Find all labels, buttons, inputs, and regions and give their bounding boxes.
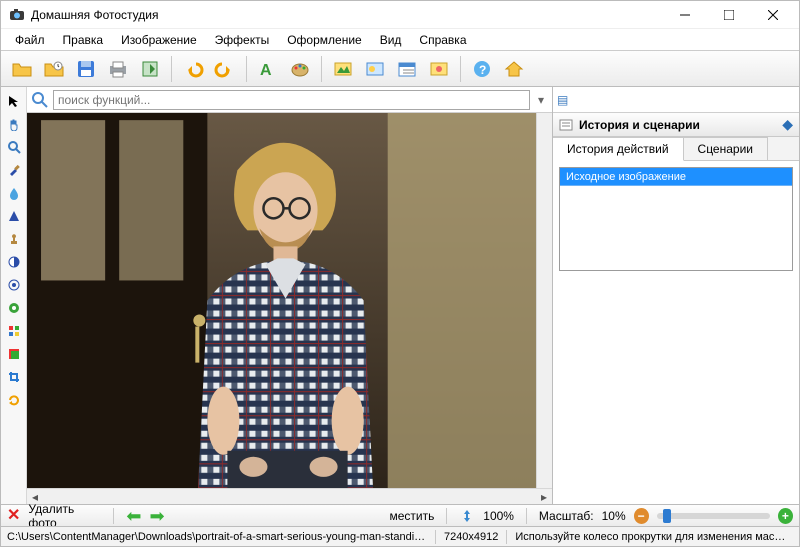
app-icon bbox=[9, 7, 25, 23]
window-title: Домашняя Фотостудия bbox=[31, 8, 663, 22]
svg-text:?: ? bbox=[479, 63, 486, 77]
blur-tool[interactable] bbox=[4, 206, 24, 226]
separator bbox=[171, 56, 172, 82]
rgb-tool[interactable] bbox=[4, 321, 24, 341]
editor-area: ▾ bbox=[27, 87, 553, 504]
home-button[interactable] bbox=[499, 54, 529, 84]
history-panel-title: История и сценарии bbox=[579, 118, 700, 132]
calendar-button[interactable] bbox=[392, 54, 422, 84]
separator bbox=[321, 56, 322, 82]
prev-image-button[interactable]: ⬅ bbox=[126, 507, 141, 525]
history-panel-header: История и сценарии ◆ bbox=[553, 113, 799, 137]
undo-button[interactable] bbox=[178, 54, 208, 84]
footer-hint: Используйте колесо прокрутки для изменен… bbox=[515, 531, 793, 543]
pointer-tool[interactable] bbox=[4, 91, 24, 111]
history-tabs: История действий Сценарии bbox=[553, 137, 799, 161]
bottom-controls: ✕ Удалить фото ⬅ ➡ местить 100% Масштаб:… bbox=[1, 504, 799, 526]
menu-help[interactable]: Справка bbox=[411, 31, 474, 49]
window-close-button[interactable] bbox=[751, 2, 795, 28]
tab-scenarios[interactable]: Сценарии bbox=[684, 137, 768, 160]
rotate-tool[interactable] bbox=[4, 390, 24, 410]
help-button[interactable]: ? bbox=[467, 54, 497, 84]
zoom-tool[interactable] bbox=[4, 137, 24, 157]
file-path: C:\Users\ContentManager\Downloads\portra… bbox=[7, 531, 427, 543]
history-icon bbox=[559, 118, 573, 132]
right-panel: ▤ История и сценарии ◆ История действий … bbox=[553, 87, 799, 504]
panel-toggle-icon[interactable]: ▤ bbox=[557, 93, 568, 107]
cmyk-tool[interactable] bbox=[4, 344, 24, 364]
tab-history[interactable]: История действий bbox=[553, 137, 684, 161]
scale-value: 10% bbox=[602, 509, 626, 523]
redo-button[interactable] bbox=[210, 54, 240, 84]
history-list: Исходное изображение bbox=[559, 167, 793, 271]
next-image-button[interactable]: ➡ bbox=[149, 507, 381, 525]
menubar: Файл Правка Изображение Эффекты Оформлен… bbox=[1, 29, 799, 51]
zoom-slider[interactable] bbox=[657, 513, 770, 519]
frame2-button[interactable] bbox=[360, 54, 390, 84]
window-maximize-button[interactable] bbox=[707, 2, 751, 28]
open-recent-button[interactable] bbox=[39, 54, 69, 84]
pin-icon[interactable]: ◆ bbox=[782, 116, 793, 133]
separator bbox=[460, 56, 461, 82]
save-button[interactable] bbox=[71, 54, 101, 84]
search-row: ▾ bbox=[27, 87, 552, 113]
vertical-scrollbar[interactable] bbox=[536, 113, 552, 488]
teardrop-tool[interactable] bbox=[4, 183, 24, 203]
stamp-tool[interactable] bbox=[4, 229, 24, 249]
main-toolbar: A ? bbox=[1, 51, 799, 87]
contrast-tool[interactable] bbox=[4, 252, 24, 272]
color-tool[interactable] bbox=[4, 298, 24, 318]
zoom-out-button[interactable]: − bbox=[634, 508, 649, 524]
footer-bar: C:\Users\ContentManager\Downloads\portra… bbox=[1, 526, 799, 546]
delete-icon[interactable]: ✕ bbox=[7, 508, 20, 524]
menu-edit[interactable]: Правка bbox=[55, 31, 112, 49]
separator bbox=[246, 56, 247, 82]
hand-tool[interactable] bbox=[4, 114, 24, 134]
zoom-in-button[interactable]: + bbox=[778, 508, 793, 524]
sharp-tool[interactable] bbox=[4, 275, 24, 295]
fit-icon[interactable] bbox=[459, 508, 475, 524]
fit-percent: 100% bbox=[483, 509, 514, 523]
palette-button[interactable] bbox=[285, 54, 315, 84]
export-button[interactable] bbox=[135, 54, 165, 84]
scale-label: Масштаб: bbox=[539, 509, 594, 523]
menu-effects[interactable]: Эффекты bbox=[207, 31, 278, 49]
frame4-button[interactable] bbox=[424, 54, 454, 84]
history-item[interactable]: Исходное изображение bbox=[560, 168, 792, 186]
brush-tool[interactable] bbox=[4, 160, 24, 180]
crop-tool[interactable] bbox=[4, 367, 24, 387]
open-button[interactable] bbox=[7, 54, 37, 84]
menu-design[interactable]: Оформление bbox=[279, 31, 369, 49]
fit-label[interactable]: местить bbox=[389, 509, 434, 523]
window-titlebar: Домашняя Фотостудия bbox=[1, 1, 799, 29]
image-dimensions: 7240x4912 bbox=[444, 531, 498, 543]
search-input[interactable] bbox=[53, 90, 530, 110]
window-minimize-button[interactable] bbox=[663, 2, 707, 28]
menu-file[interactable]: Файл bbox=[7, 31, 53, 49]
menu-view[interactable]: Вид bbox=[372, 31, 410, 49]
search-icon bbox=[31, 91, 49, 109]
canvas[interactable] bbox=[27, 113, 536, 488]
svg-text:A: A bbox=[260, 62, 272, 79]
search-dropdown-icon[interactable]: ▾ bbox=[534, 93, 548, 107]
text-button[interactable]: A bbox=[253, 54, 283, 84]
tool-palette bbox=[1, 87, 27, 504]
frame1-button[interactable] bbox=[328, 54, 358, 84]
print-button[interactable] bbox=[103, 54, 133, 84]
menu-image[interactable]: Изображение bbox=[113, 31, 205, 49]
